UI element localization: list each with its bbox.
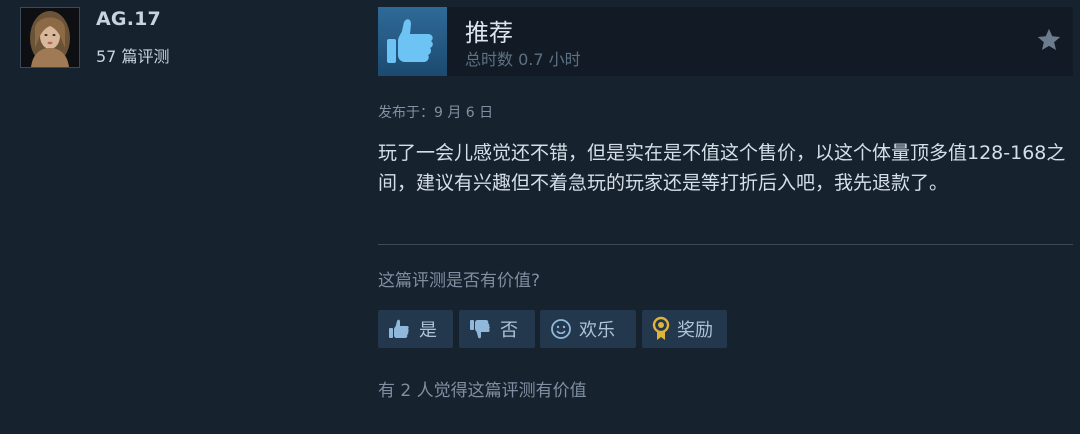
divider (378, 244, 1073, 245)
helpful-count: 有 2 人觉得这篇评测有价值 (378, 381, 587, 401)
review-text: 玩了一会儿感觉还不错，但是实在是不值这个售价，以这个体量顶多值128-168之间… (378, 142, 1066, 194)
star-icon[interactable] (1035, 26, 1063, 54)
award-medal-icon (652, 316, 670, 340)
thumbs-down-small-icon (470, 320, 490, 339)
award-button[interactable]: 奖励 (642, 310, 727, 348)
vote-no-label: 否 (500, 320, 518, 341)
vote-yes-button[interactable]: 是 (378, 310, 453, 348)
smiley-icon (551, 319, 571, 339)
verdict-title[interactable]: 推荐 (465, 13, 513, 48)
vote-yes-label: 是 (419, 320, 437, 341)
vote-funny-label: 欢乐 (579, 320, 615, 341)
playtime-hours: 总时数 0.7 小时 (465, 50, 581, 69)
thumbs-up-small-icon (389, 319, 409, 338)
thumbs-up-icon (378, 7, 447, 76)
award-label: 奖励 (677, 320, 713, 341)
vote-funny-button[interactable]: 欢乐 (540, 310, 636, 348)
username[interactable]: AG.17 (96, 8, 161, 30)
vote-no-button[interactable]: 否 (459, 310, 535, 348)
helpful-question: 这篇评测是否有价值? (378, 271, 541, 291)
vote-header: 推荐 总时数 0.7 小时 (378, 7, 1073, 76)
avatar[interactable] (20, 7, 80, 68)
posted-date: 发布于：9 月 6 日 (378, 105, 494, 121)
review-count[interactable]: 57 篇评测 (96, 43, 169, 67)
